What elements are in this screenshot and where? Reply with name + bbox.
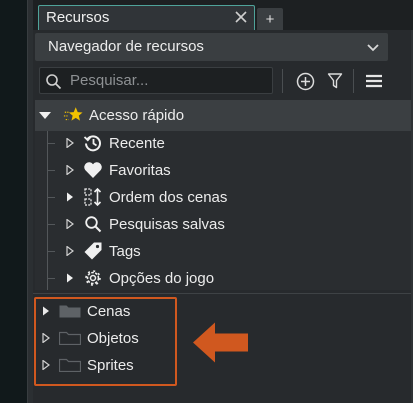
left-workspace-edge: [0, 0, 27, 403]
quick-access-item-label: Recente: [109, 134, 165, 152]
toolbar-separator: [353, 69, 354, 93]
filter-button[interactable]: [323, 69, 347, 93]
tab-label: Recursos: [46, 9, 110, 26]
quick-access-section: Acesso rápido Recente Favoritas Ordem do…: [35, 100, 413, 290]
close-icon[interactable]: [234, 10, 248, 24]
chevron-down-icon: [367, 44, 379, 52]
hamburger-menu-icon: [366, 74, 382, 88]
tree-guide-line: [47, 278, 55, 279]
collapsed-arrow-icon[interactable]: [65, 219, 75, 229]
tree-guide-line: [47, 143, 55, 144]
section-divider: [33, 293, 413, 294]
collapsed-arrow-icon[interactable]: [65, 192, 75, 202]
browser-mode-dropdown[interactable]: Navegador de recursos: [35, 33, 388, 61]
left-arrow-callout-icon: [193, 322, 248, 363]
add-tab-button[interactable]: +: [257, 8, 283, 30]
search-icon: [83, 214, 103, 234]
tree-guide-line: [47, 224, 55, 225]
history-icon: [83, 133, 103, 153]
collapsed-arrow-icon[interactable]: [65, 273, 75, 283]
menu-button[interactable]: [362, 69, 386, 93]
quick-access-label: Acesso rápido: [89, 106, 185, 124]
quick-access-item-label: Favoritas: [109, 161, 171, 179]
quick-access-item-label: Ordem dos cenas: [109, 188, 228, 206]
quick-access-item-tags[interactable]: Tags: [65, 238, 141, 264]
tag-icon: [83, 241, 103, 261]
expanded-arrow-icon[interactable]: [39, 109, 51, 121]
asset-browser-panel: Recursos + Navegador de recursos Pesquis…: [33, 0, 413, 403]
tree-guide-line: [47, 131, 48, 290]
tree-guide-line: [47, 251, 55, 252]
quick-access-item-label: Opções do jogo: [109, 269, 215, 287]
highlight-box: [34, 297, 177, 386]
plus-circle-icon: [296, 72, 314, 90]
quick-access-row[interactable]: Acesso rápido: [39, 102, 184, 128]
quick-access-item-opcoes-do-jogo[interactable]: Opções do jogo: [65, 265, 214, 291]
quick-access-item-recente[interactable]: Recente: [65, 130, 165, 156]
tree-guide-line: [47, 170, 55, 171]
room-order-icon: [83, 187, 103, 207]
quick-access-item-label: Pesquisas salvas: [109, 215, 225, 233]
collapsed-arrow-icon[interactable]: [65, 246, 75, 256]
search-box[interactable]: [39, 67, 273, 94]
quick-access-item-label: Tags: [109, 242, 141, 260]
tab-recursos[interactable]: Recursos: [38, 5, 255, 30]
quick-access-item-pesquisas-salvas[interactable]: Pesquisas salvas: [65, 211, 225, 237]
quick-access-item-ordem-dos-cenas[interactable]: Ordem dos cenas: [65, 184, 227, 210]
create-asset-button[interactable]: [293, 69, 317, 93]
tree-guide-line: [47, 197, 55, 198]
star-icon: [63, 105, 83, 125]
search-input[interactable]: [70, 70, 266, 91]
toolbar-separator: [282, 69, 283, 93]
collapsed-arrow-icon[interactable]: [65, 138, 75, 148]
heart-icon: [83, 160, 103, 180]
tab-bar: Recursos +: [33, 0, 413, 30]
quick-access-item-favoritas[interactable]: Favoritas: [65, 157, 171, 183]
gear-icon: [83, 268, 103, 288]
dropdown-label: Navegador de recursos: [48, 38, 204, 55]
search-icon: [46, 74, 62, 90]
filter-icon: [327, 73, 343, 89]
collapsed-arrow-icon[interactable]: [65, 165, 75, 175]
